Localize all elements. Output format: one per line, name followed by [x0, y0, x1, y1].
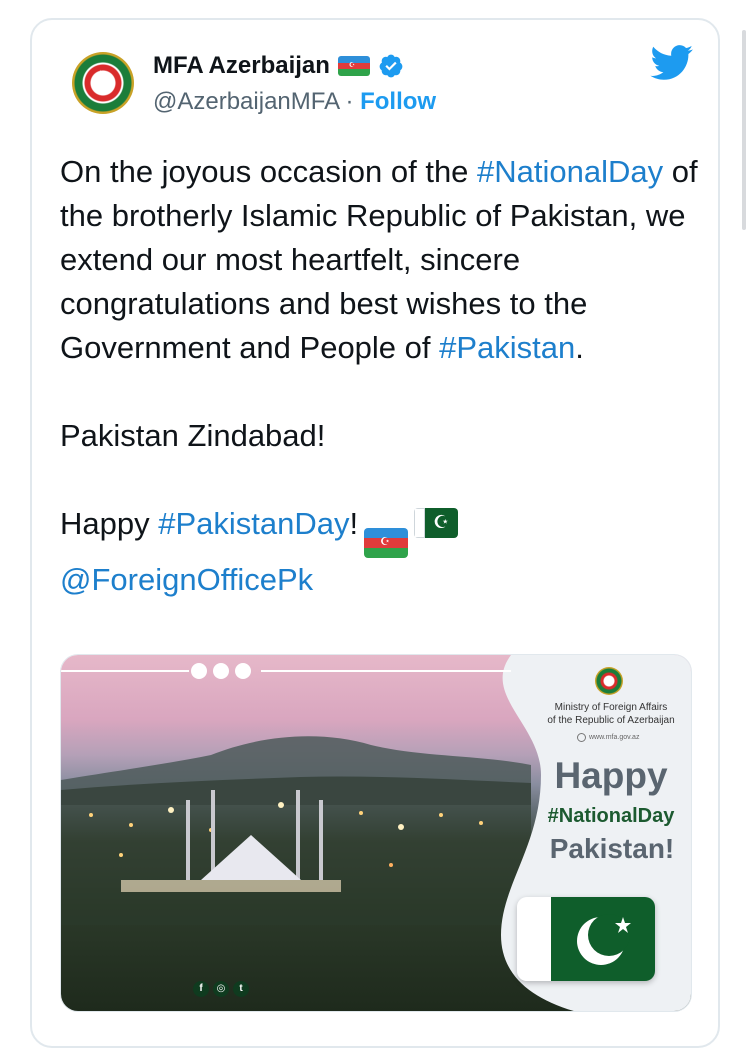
facebook-icon: f — [193, 981, 209, 997]
twitter-icon: t — [233, 981, 249, 997]
instagram-icon: ◎ — [213, 981, 229, 997]
greeting-pakistan: Pakistan! — [549, 833, 675, 864]
handle-row: @AzerbaijanMFA · Follow — [153, 88, 436, 116]
tweet-paragraph-1: On the joyous occasion of the #NationalD… — [60, 150, 710, 370]
tweet-paragraph-2: Pakistan Zindabad! — [60, 418, 326, 453]
greeting-nationalday: #NationalDay — [547, 805, 675, 827]
scrollbar[interactable] — [742, 30, 746, 230]
display-name[interactable]: MFA Azerbaijan — [153, 52, 330, 80]
globe-icon — [577, 733, 586, 742]
verified-badge-icon — [379, 54, 403, 78]
social-icons: f ◎ t — [193, 981, 249, 997]
tweet-text: On the joyous occasion of the #NationalD… — [60, 150, 710, 602]
ministry-line-1: Ministry of Foreign Affairs — [554, 702, 668, 713]
azerbaijan-flag-icon: ☪ — [337, 56, 370, 76]
handle[interactable]: @AzerbaijanMFA — [153, 88, 339, 115]
ministry-line-2: of the Republic of Azerbaijan — [547, 715, 675, 726]
tweet-media-image[interactable]: Ministry of Foreign Affairs of the Repub… — [60, 654, 692, 1012]
hashtag-pakistan[interactable]: #Pakistan — [439, 330, 575, 365]
author-row: MFA Azerbaijan ☪ — [153, 52, 404, 80]
pakistan-flag-icon: ☪ — [414, 508, 459, 538]
tweet-text-segment: On the joyous occasion of the — [60, 154, 478, 189]
star-icon: ✦ — [91, 66, 110, 91]
crescent-star-icon — [577, 914, 631, 965]
pakistan-flag-icon — [517, 897, 655, 981]
separator: · — [338, 88, 361, 115]
tweet-text-segment: . — [575, 330, 584, 365]
twitter-bird-icon[interactable] — [650, 45, 694, 81]
website-label: www.mfa.gov.az — [577, 733, 639, 742]
hashtag-pakistanday[interactable]: #PakistanDay — [158, 506, 349, 541]
tweet-text-segment: ! — [349, 506, 359, 541]
greeting-happy: Happy — [554, 755, 668, 796]
azerbaijan-flag-icon: ☪ — [364, 528, 409, 558]
tweet-paragraph-3: Happy #PakistanDay! ☪ ☪ — [60, 502, 710, 558]
website-url: www.mfa.gov.az — [589, 734, 640, 741]
mention-link[interactable]: @ForeignOfficePk — [60, 558, 710, 602]
tweet-text-segment: Happy — [60, 506, 159, 541]
follow-button[interactable]: Follow — [360, 88, 436, 115]
mention-foreignofficepk[interactable]: @ForeignOfficePk — [60, 562, 313, 597]
avatar[interactable]: ✦ — [72, 52, 134, 114]
ministry-title: Ministry of Foreign Affairs of the Repub… — [529, 701, 691, 727]
mfa-emblem-icon — [595, 667, 623, 695]
hashtag-nationalday[interactable]: #NationalDay — [477, 154, 663, 189]
